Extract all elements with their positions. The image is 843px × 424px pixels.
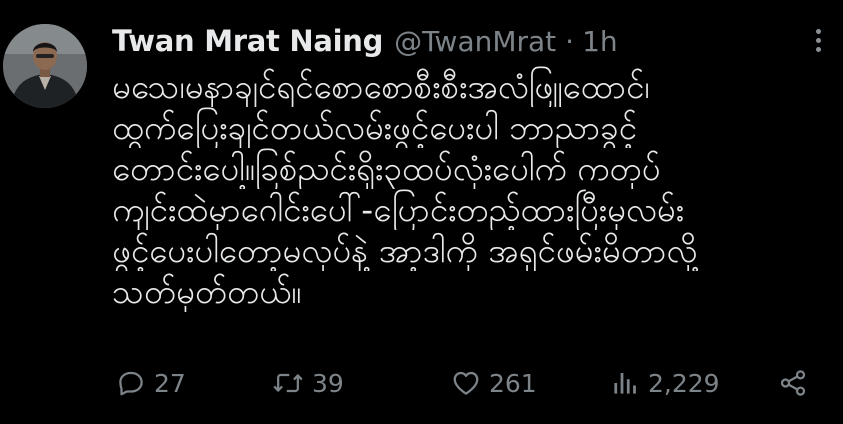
tweet-text-line: မသေ၊မနာချင်ရင်စောစောစီးစီးအလံဖြူထောင်၊ <box>112 67 650 106</box>
more-options-icon[interactable] <box>808 26 828 56</box>
heart-icon <box>453 371 479 395</box>
tweet-text: မသေ၊မနာချင်ရင်စောစောစီးစီးအလံဖြူထောင်၊ ထ… <box>112 66 827 312</box>
like-button[interactable]: 261 <box>451 361 537 405</box>
retweet-count: 39 <box>312 368 344 398</box>
retweet-button[interactable]: 39 <box>272 361 344 405</box>
retweet-icon <box>273 373 303 393</box>
tweet-text-line: ကျင်းထဲမှာဂေါင်းပေါ်-ပြောင်းတည့်ထားပြီးမ… <box>112 190 685 229</box>
views-count: 2,229 <box>648 368 720 398</box>
reply-button[interactable]: 27 <box>116 361 186 405</box>
reply-icon <box>119 371 143 396</box>
tweet-text-line: ဖွင့်ပေးပါတော့မလုပ်နဲ့ အာ့ဒါကို အရှင်ဖမ်… <box>112 231 698 270</box>
share-button[interactable] <box>778 361 808 405</box>
reply-count: 27 <box>154 368 186 398</box>
avatar-photo <box>3 24 87 108</box>
views-button[interactable]: 2,229 <box>610 361 720 405</box>
tweet-header: Twan Mrat Naing @TwanMrat · 1h <box>112 18 618 64</box>
tweet-card[interactable]: Twan Mrat Naing @TwanMrat · 1h မသေ၊မနာချ… <box>0 0 843 424</box>
author-name[interactable]: Twan Mrat Naing <box>112 24 383 58</box>
analytics-bars-icon <box>614 373 636 394</box>
tweet-text-line: ထွက်ပြေးချင်တယ်လမ်းဖွင့်ပေးပါ ဘာညာခွင့် <box>112 108 637 147</box>
author-handle[interactable]: @TwanMrat <box>394 25 556 58</box>
tweet-text-line: တောင်းပေါ့။ခြစ်ညင်းရိုး၃ထပ်လုံးပေါက် ကတု… <box>112 149 661 188</box>
separator-dot: · <box>565 24 575 58</box>
action-bar: 27 39 261 2,229 <box>112 361 822 405</box>
avatar[interactable] <box>3 24 87 108</box>
tweet-text-line: သတ်မှတ်တယ်။ <box>112 272 302 311</box>
like-count: 261 <box>489 368 537 398</box>
share-icon <box>780 370 806 396</box>
timestamp[interactable]: 1h <box>582 25 618 58</box>
